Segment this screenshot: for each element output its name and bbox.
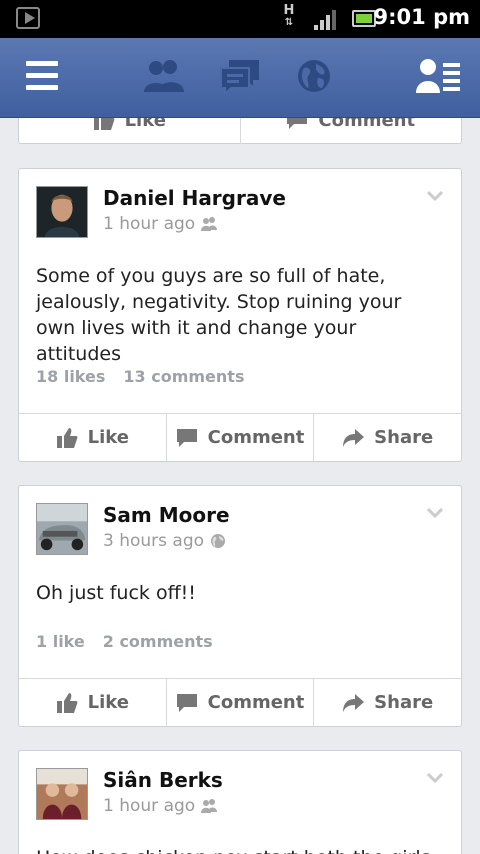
avatar[interactable] [36, 768, 88, 820]
profile-menu-icon[interactable] [414, 54, 464, 98]
share-button[interactable]: Share [314, 414, 461, 461]
comment-icon [287, 118, 308, 129]
comment-icon [176, 693, 197, 712]
share-arrow-icon [343, 428, 365, 447]
play-store-notification-icon [16, 7, 40, 29]
clock: 9:01 pm [373, 5, 470, 29]
comment-count[interactable]: 2 comments [103, 632, 213, 651]
post-text: Oh just fuck off!! [36, 582, 196, 604]
top-navigation-bar [0, 38, 480, 118]
comment-label: Comment [207, 692, 305, 713]
post-author[interactable]: Sam Moore [103, 503, 230, 527]
friends-icon [201, 217, 218, 231]
avatar[interactable] [36, 186, 88, 238]
thumbs-up-icon [56, 427, 78, 448]
post-meta: 3 hours ago [103, 531, 226, 551]
chevron-down-icon[interactable] [427, 508, 443, 518]
like-label: Like [124, 118, 166, 131]
comment-label: Comment [318, 118, 416, 131]
like-button[interactable]: Like [19, 414, 167, 461]
chevron-down-icon[interactable] [427, 773, 443, 783]
previous-post-card: Like Comment [18, 118, 462, 144]
status-bar: H ⇅ 9:01 pm [0, 0, 480, 38]
notifications-globe-icon[interactable] [292, 54, 336, 98]
post-timestamp[interactable]: 1 hour ago [103, 214, 195, 234]
comment-button[interactable]: Comment [167, 679, 315, 726]
share-label: Share [374, 427, 434, 448]
share-button[interactable]: Share [314, 679, 461, 726]
comment-button[interactable]: Comment [241, 118, 462, 144]
friend-requests-icon[interactable] [142, 54, 186, 98]
signal-strength-icon [314, 10, 336, 30]
post-card: Sam Moore 3 hours ago Oh just fuck off!!… [18, 485, 462, 727]
share-label: Share [374, 692, 434, 713]
like-count[interactable]: 1 like [36, 632, 85, 651]
post-card: Siân Berks 1 hour ago How does chicken p… [18, 750, 462, 854]
public-globe-icon [211, 534, 226, 548]
thumbs-up-icon [56, 692, 78, 713]
share-arrow-icon [343, 693, 365, 712]
avatar[interactable] [36, 503, 88, 555]
post-meta: 1 hour ago [103, 214, 218, 234]
post-stats: 18 likes 13 comments [36, 367, 244, 386]
comment-icon [176, 428, 197, 447]
comment-label: Comment [207, 427, 305, 448]
menu-icon[interactable] [20, 54, 64, 98]
friends-icon [201, 799, 218, 813]
post-text: Some of you guys are so full of hate, je… [36, 265, 402, 365]
chevron-down-icon[interactable] [427, 191, 443, 201]
post-meta: 1 hour ago [103, 796, 218, 816]
comment-button[interactable]: Comment [167, 414, 315, 461]
post-author[interactable]: Daniel Hargrave [103, 186, 286, 210]
post-stats: 1 like 2 comments [36, 632, 213, 651]
like-count[interactable]: 18 likes [36, 367, 105, 386]
like-button[interactable]: Like [19, 118, 241, 144]
post-timestamp[interactable]: 1 hour ago [103, 796, 195, 816]
network-type-label: H [283, 3, 295, 18]
messages-icon[interactable] [218, 54, 262, 98]
network-type-icon: H ⇅ [283, 3, 295, 28]
news-feed: Like Comment Daniel Hargrave 1 hour ago … [0, 118, 480, 854]
battery-icon [352, 10, 376, 27]
post-actions: Like Comment Share [19, 413, 461, 461]
comment-count[interactable]: 13 comments [123, 367, 244, 386]
post-timestamp[interactable]: 3 hours ago [103, 531, 204, 551]
thumbs-up-icon [93, 118, 114, 130]
like-label: Like [87, 427, 129, 448]
post-author[interactable]: Siân Berks [103, 768, 223, 792]
post-text: How does chicken pox start both the girl… [36, 845, 446, 854]
post-actions: Like Comment Share [19, 678, 461, 726]
like-label: Like [87, 692, 129, 713]
post-card: Daniel Hargrave 1 hour ago Some of you g… [18, 168, 462, 462]
like-button[interactable]: Like [19, 679, 167, 726]
